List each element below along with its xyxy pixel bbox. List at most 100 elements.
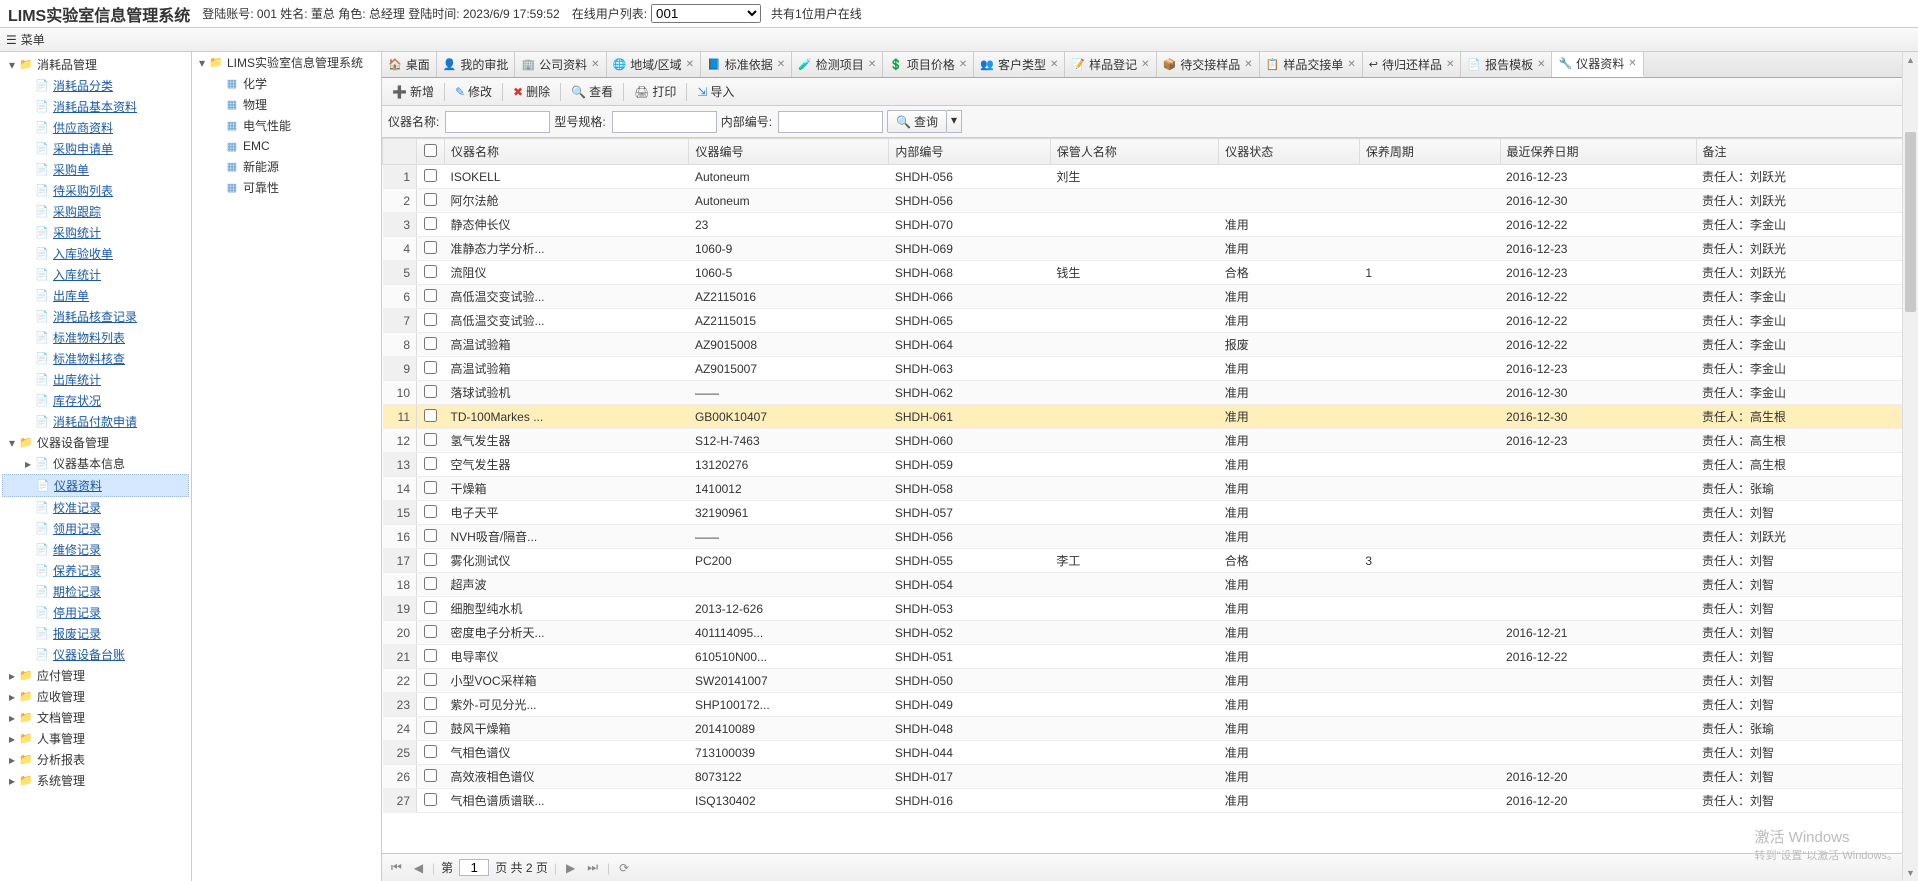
toggle-icon[interactable]: ▸ xyxy=(6,774,18,788)
table-row[interactable]: 21电导率仪610510N00...SHDH-051准用2016-12-22责任… xyxy=(383,645,1918,669)
row-checkbox[interactable] xyxy=(424,481,437,494)
column-header[interactable]: 最近保养日期 xyxy=(1500,139,1696,165)
table-row[interactable]: 17雾化测试仪PC200SHDH-055李工合格3责任人：刘智 xyxy=(383,549,1918,573)
row-checkbox[interactable] xyxy=(424,697,437,710)
nav-item[interactable]: ▸ 📁 应收管理 xyxy=(2,686,189,707)
修改-button[interactable]: ✎ 修改 xyxy=(449,81,498,102)
nav-item[interactable]: 📄 入库统计 xyxy=(2,264,189,285)
nav-item[interactable]: 📄 校准记录 xyxy=(2,497,189,518)
table-row[interactable]: 6高低温交变试验...AZ2115016SHDH-066准用2016-12-22… xyxy=(383,285,1918,309)
row-checkbox[interactable] xyxy=(424,361,437,374)
table-row[interactable]: 10落球试验机——SHDH-062准用2016-12-30责任人：李金山 xyxy=(383,381,1918,405)
table-row[interactable]: 5流阻仪1060-5SHDH-068钱生合格12016-12-23责任人：刘跃光 xyxy=(383,261,1918,285)
table-row[interactable]: 27气相色谱质谱联...ISQ130402SHDH-016准用2016-12-2… xyxy=(383,789,1918,813)
name-input[interactable] xyxy=(445,111,550,133)
row-checkbox[interactable] xyxy=(424,505,437,518)
row-checkbox[interactable] xyxy=(424,217,437,230)
row-checkbox[interactable] xyxy=(424,721,437,734)
table-row[interactable]: 24鼓风干燥箱201410089SHDH-048准用责任人：张瑜 xyxy=(383,717,1918,741)
toggle-icon[interactable]: ▾ xyxy=(6,436,18,450)
nav-item[interactable]: 📄 领用记录 xyxy=(2,518,189,539)
tab[interactable]: 📝 样品登记 ✕ xyxy=(1065,52,1156,77)
pager-first[interactable]: ⏮ xyxy=(388,860,405,875)
row-checkbox[interactable] xyxy=(424,769,437,782)
pager-refresh[interactable]: ⟳ xyxy=(616,861,632,875)
table-row[interactable]: 8高温试验箱AZ9015008SHDH-064报废2016-12-22责任人：李… xyxy=(383,333,1918,357)
online-user-select[interactable]: 001 xyxy=(651,4,761,23)
close-icon[interactable]: ✕ xyxy=(686,59,694,70)
toggle-icon[interactable]: ▸ xyxy=(6,690,18,704)
search-button[interactable]: 🔍 查询 xyxy=(887,110,947,133)
tab[interactable]: 👥 客户类型 ✕ xyxy=(974,52,1065,77)
row-checkbox[interactable] xyxy=(424,529,437,542)
tab[interactable]: 🔧 仪器资料 ✕ xyxy=(1552,52,1643,77)
pager-next[interactable]: ▶ xyxy=(563,861,578,875)
category-item[interactable]: ▦ 新能源 xyxy=(192,156,381,177)
close-icon[interactable]: ✕ xyxy=(1446,59,1454,70)
nav-item[interactable]: 📄 停用记录 xyxy=(2,602,189,623)
nav-item[interactable]: ▸ 📁 分析报表 xyxy=(2,749,189,770)
table-row[interactable]: 15电子天平32190961SHDH-057准用责任人：刘智 xyxy=(383,501,1918,525)
row-checkbox[interactable] xyxy=(424,649,437,662)
nav-item[interactable]: ▾ 📁 消耗品管理 xyxy=(2,54,189,75)
nav-item[interactable]: ▸ 📁 系统管理 xyxy=(2,770,189,791)
nav-item[interactable]: 📄 采购跟踪 xyxy=(2,201,189,222)
nav-item[interactable]: ▾ 📁 仪器设备管理 xyxy=(2,432,189,453)
close-icon[interactable]: ✕ xyxy=(1141,59,1149,70)
toggle-icon[interactable]: ▸ xyxy=(6,753,18,767)
table-row[interactable]: 12氢气发生器S12-H-7463SHDH-060准用2016-12-23责任人… xyxy=(383,429,1918,453)
pager-last[interactable]: ⏭ xyxy=(584,860,601,875)
pager-page-input[interactable] xyxy=(459,859,489,876)
close-icon[interactable]: ✕ xyxy=(591,59,599,70)
table-row[interactable]: 25气相色谱仪713100039SHDH-044准用责任人：刘智 xyxy=(383,741,1918,765)
row-checkbox[interactable] xyxy=(424,337,437,350)
nav-item[interactable]: 📄 供应商资料 xyxy=(2,117,189,138)
nav-item[interactable]: 📄 期检记录 xyxy=(2,581,189,602)
vertical-scrollbar[interactable]: ▲ ▼ xyxy=(1902,52,1918,881)
row-checkbox[interactable] xyxy=(424,169,437,182)
toggle-icon[interactable]: ▸ xyxy=(6,669,18,683)
column-header[interactable] xyxy=(383,139,417,165)
row-checkbox[interactable] xyxy=(424,433,437,446)
tab[interactable]: 💲 项目价格 ✕ xyxy=(883,52,974,77)
table-row[interactable]: 22小型VOC采样箱SW20141007SHDH-050准用责任人：刘智 xyxy=(383,669,1918,693)
close-icon[interactable]: ✕ xyxy=(959,59,967,70)
scroll-down-icon[interactable]: ▼ xyxy=(1903,865,1918,881)
table-row[interactable]: 20密度电子分析天...401114095...SHDH-052准用2016-1… xyxy=(383,621,1918,645)
row-checkbox[interactable] xyxy=(424,553,437,566)
nav-item[interactable]: 📄 消耗品分类 xyxy=(2,75,189,96)
column-header[interactable]: 备注 xyxy=(1696,139,1917,165)
row-checkbox[interactable] xyxy=(424,289,437,302)
search-dropdown[interactable]: ▾ xyxy=(947,110,962,133)
nav-item[interactable]: 📄 入库验收单 xyxy=(2,243,189,264)
column-header[interactable]: 保养周期 xyxy=(1359,139,1500,165)
nav-item[interactable]: 📄 标准物料核查 xyxy=(2,348,189,369)
row-checkbox[interactable] xyxy=(424,601,437,614)
close-icon[interactable]: ✕ xyxy=(1244,59,1252,70)
column-header[interactable]: 内部编号 xyxy=(889,139,1050,165)
nav-item[interactable]: 📄 消耗品核查记录 xyxy=(2,306,189,327)
pager-prev[interactable]: ◀ xyxy=(411,861,426,875)
row-checkbox[interactable] xyxy=(424,673,437,686)
code-input[interactable] xyxy=(778,111,883,133)
tab[interactable]: 🧪 检测项目 ✕ xyxy=(792,52,883,77)
mid-tree-root[interactable]: ▾ 📁 LIMS实验室信息管理系统 xyxy=(192,52,381,73)
table-row[interactable]: 18超声波SHDH-054准用责任人：刘智 xyxy=(383,573,1918,597)
table-row[interactable]: 7高低温交变试验...AZ2115015SHDH-065准用2016-12-22… xyxy=(383,309,1918,333)
nav-item[interactable]: 📄 待采购列表 xyxy=(2,180,189,201)
category-item[interactable]: ▦ 物理 xyxy=(192,94,381,115)
row-checkbox[interactable] xyxy=(424,625,437,638)
tab[interactable]: 📄 报告模板 ✕ xyxy=(1461,52,1552,77)
nav-item[interactable]: ▸ 📁 文档管理 xyxy=(2,707,189,728)
nav-item[interactable]: 📄 报废记录 xyxy=(2,623,189,644)
scroll-thumb[interactable] xyxy=(1905,132,1916,312)
nav-item[interactable]: ▸ 📄 仪器基本信息 xyxy=(2,453,189,474)
row-checkbox[interactable] xyxy=(424,793,437,806)
table-row[interactable]: 13空气发生器13120276SHDH-059准用责任人：高生根 xyxy=(383,453,1918,477)
row-checkbox[interactable] xyxy=(424,313,437,326)
nav-item[interactable]: 📄 采购统计 xyxy=(2,222,189,243)
table-row[interactable]: 14干燥箱1410012SHDH-058准用责任人：张瑜 xyxy=(383,477,1918,501)
row-checkbox[interactable] xyxy=(424,745,437,758)
nav-item[interactable]: 📄 消耗品付款申请 xyxy=(2,411,189,432)
category-item[interactable]: ▦ 可靠性 xyxy=(192,177,381,198)
